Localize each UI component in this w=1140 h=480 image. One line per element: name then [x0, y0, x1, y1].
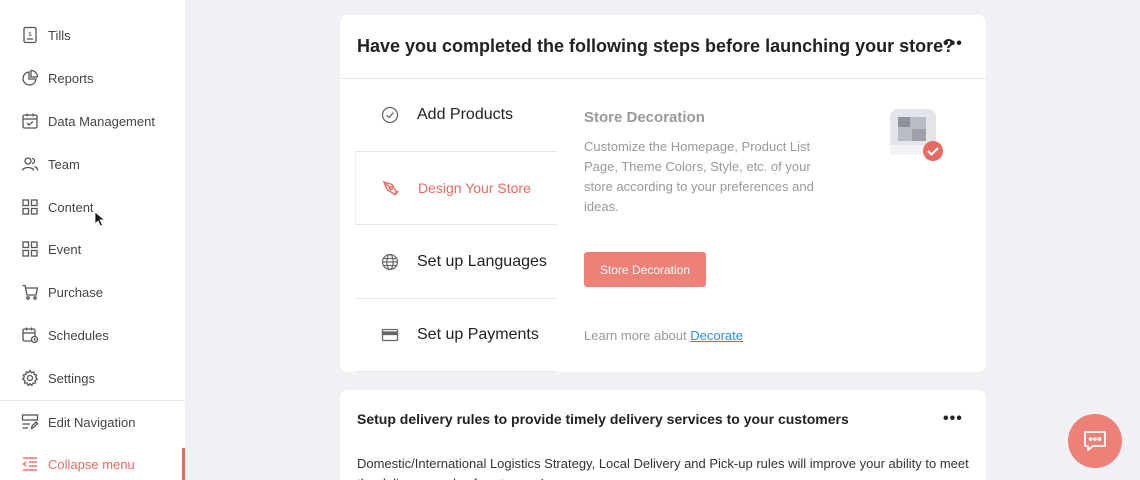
sidebar-item-schedules[interactable]: Schedules — [0, 315, 185, 355]
detail-description: Customize the Homepage, Product List Pag… — [584, 139, 814, 214]
sidebar-item-content[interactable]: Content — [0, 187, 185, 227]
pen-icon — [381, 178, 401, 198]
chat-button[interactable] — [1068, 414, 1122, 468]
sidebar-divider — [0, 400, 185, 401]
check-circle-icon — [380, 105, 400, 125]
step-label: Add Products — [417, 106, 514, 123]
decorate-link[interactable]: Decorate — [690, 328, 743, 343]
edit-navigation-label: Edit Navigation — [48, 414, 136, 430]
mouse-cursor-icon — [94, 211, 106, 227]
sidebar-item-label: Event — [48, 241, 82, 257]
sidebar-item-label: Data Management — [48, 113, 155, 129]
sidebar-item-label: Schedules — [48, 327, 109, 343]
launch-steps-card: Have you completed the following steps b… — [340, 15, 986, 372]
cart-icon — [20, 282, 40, 302]
sidebar: $ Tills Reports Data Management Team Con… — [0, 0, 185, 480]
collapse-menu-label: Collapse menu — [48, 456, 135, 472]
step-design-your-store[interactable]: Design Your Store — [355, 152, 557, 225]
sidebar-item-label: Reports — [48, 70, 94, 86]
grid-icon — [20, 197, 40, 217]
card-title: Have you completed the following steps b… — [357, 36, 955, 56]
chat-icon — [1084, 431, 1106, 451]
sidebar-item-label: Content — [48, 199, 94, 215]
sidebar-item-label: Tills — [48, 27, 71, 43]
sidebar-item-data-management[interactable]: Data Management — [0, 101, 185, 141]
collapse-menu-icon — [20, 454, 40, 474]
store-decoration-illustration-icon — [890, 109, 943, 161]
learn-more-prefix: Learn more about — [584, 328, 687, 343]
step-add-products[interactable]: Add Products — [355, 79, 557, 152]
detail-title: Store Decoration — [584, 109, 705, 126]
schedule-icon — [20, 325, 40, 345]
learn-more-text: Learn more about Decorate — [584, 328, 743, 343]
edit-navigation-button[interactable]: Edit Navigation — [0, 402, 185, 442]
delivery-rules-card: Setup delivery rules to provide timely d… — [340, 390, 986, 480]
gear-icon — [20, 368, 40, 388]
step-set-up-languages[interactable]: Set up Languages — [355, 226, 557, 299]
sidebar-item-tills[interactable]: $ Tills — [0, 15, 185, 55]
globe-icon — [380, 252, 400, 272]
edit-navigation-icon — [20, 412, 40, 432]
card-description: Domestic/International Logistics Strateg… — [357, 456, 969, 480]
credit-card-icon — [380, 325, 400, 345]
sidebar-item-label: Team — [48, 156, 80, 172]
sidebar-item-label: Purchase — [48, 284, 103, 300]
more-options-button[interactable]: ••• — [943, 410, 963, 428]
collapse-menu-button[interactable]: Collapse menu — [0, 444, 185, 480]
sidebar-item-label: Settings — [48, 370, 95, 386]
step-label: Design Your Store — [418, 180, 531, 196]
sidebar-item-settings[interactable]: Settings — [0, 358, 185, 398]
card-header: Have you completed the following steps b… — [340, 15, 986, 79]
sidebar-item-reports[interactable]: Reports — [0, 58, 185, 98]
card-title: Setup delivery rules to provide timely d… — [357, 411, 849, 427]
step-list: Add Products Design Your Store Set up La… — [355, 79, 557, 372]
more-options-button[interactable]: ••• — [943, 35, 963, 53]
sidebar-item-purchase[interactable]: Purchase — [0, 272, 185, 312]
sidebar-item-event[interactable]: Event — [0, 229, 185, 269]
store-decoration-button[interactable]: Store Decoration — [584, 252, 706, 287]
step-label: Set up Languages — [417, 253, 547, 270]
till-icon: $ — [20, 25, 40, 45]
team-icon — [20, 154, 40, 174]
svg-text:$: $ — [28, 31, 32, 38]
step-set-up-payments[interactable]: Set up Payments — [355, 299, 557, 372]
calendar-check-icon — [20, 111, 40, 131]
grid-icon — [20, 239, 40, 259]
sidebar-item-team[interactable]: Team — [0, 144, 185, 184]
pie-chart-icon — [20, 68, 40, 88]
active-indicator — [182, 448, 185, 480]
step-label: Set up Payments — [417, 326, 539, 343]
